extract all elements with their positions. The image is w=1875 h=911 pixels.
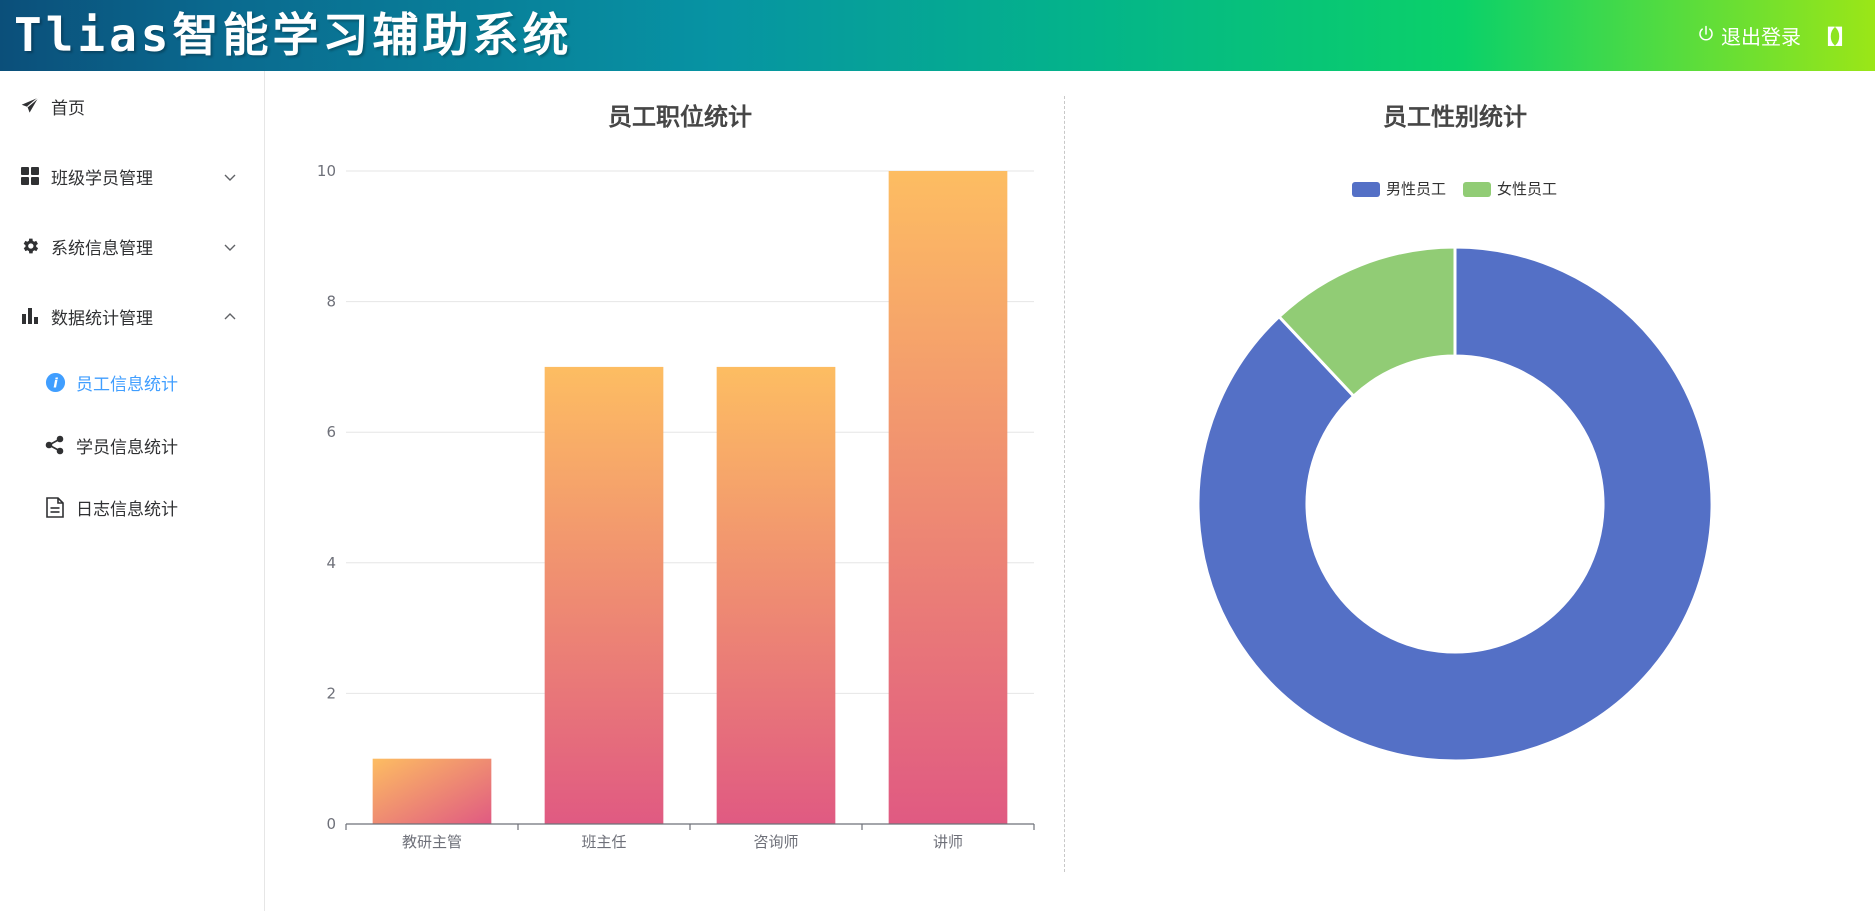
sidebar-item-class-student-management[interactable]: 班级学员管理 [0,141,264,211]
pie-chart-title: 员工性别统计 [1383,103,1527,131]
power-icon [1697,24,1715,48]
app-header: Tlias智能学习辅助系统 退出登录 【】 [0,0,1875,71]
paper-plane-icon [20,96,40,116]
sidebar: 首页 班级学员管理 系统信息管理 数据统计管理 i 员工信息统计 学员信息统计 … [0,71,265,541]
sidebar-item-label: 班级学员管理 [51,168,153,189]
y-tick-label: 0 [326,815,336,833]
y-tick-label: 8 [326,293,336,311]
sidebar-item-home[interactable]: 首页 [0,71,264,141]
bar [544,366,664,824]
x-tick-label: 教研主管 [402,833,462,851]
x-tick-label: 讲师 [933,833,963,851]
sidebar-subitem-label: 学员信息统计 [76,437,178,458]
sidebar-subitem-label: 员工信息统计 [76,374,178,395]
sidebar-item-label: 数据统计管理 [51,308,153,329]
sidebar-subitem-log-stats[interactable]: 日志信息统计 [0,477,264,537]
legend-swatch [1463,182,1491,197]
chevron-down-icon [223,239,237,253]
bar [888,171,1008,824]
svg-text:i: i [53,376,58,391]
document-icon [44,496,66,518]
sidebar-subitem-employee-stats[interactable]: i 员工信息统计 [0,352,264,412]
bar [372,758,492,824]
gear-icon [20,236,40,256]
sidebar-item-label: 系统信息管理 [51,238,153,259]
share-icon [44,434,66,456]
sidebar-subitem-student-stats[interactable]: 学员信息统计 [0,415,264,475]
y-tick-label: 2 [326,684,336,702]
legend-label: 女性员工 [1497,180,1557,198]
x-tick-label: 班主任 [581,833,626,851]
legend-swatch [1352,182,1380,197]
chevron-down-icon [223,169,237,183]
sidebar-subitem-label: 日志信息统计 [76,499,178,520]
x-tick-label: 咨询师 [753,833,798,851]
y-tick-label: 10 [317,162,336,180]
app-title: Tlias智能学习辅助系统 [14,8,573,62]
content-border [264,541,265,911]
logout-label: 退出登录 [1721,25,1801,49]
donut-chart: 男性员工 女性员工 [1196,180,1714,763]
chevron-up-icon [223,309,237,323]
sidebar-item-data-statistics-management[interactable]: 数据统计管理 [0,281,264,351]
logout-button[interactable]: 退出登录 【】 [1697,21,1855,50]
sidebar-item-label: 首页 [51,98,85,119]
y-tick-label: 6 [326,423,336,441]
logout-bracket: 【】 [1815,25,1855,49]
bar [716,366,836,824]
info-icon: i [44,371,66,393]
sidebar-item-system-info-management[interactable]: 系统信息管理 [0,211,264,281]
grid-icon [20,166,40,186]
bar-chart: 0 2 4 6 8 10 教研主管 班主任 咨询师 讲师 [317,162,1035,851]
bar-chart-icon [20,306,40,326]
legend-label: 男性员工 [1386,180,1446,198]
y-tick-label: 4 [326,554,336,572]
bar-chart-title: 员工职位统计 [608,103,752,131]
